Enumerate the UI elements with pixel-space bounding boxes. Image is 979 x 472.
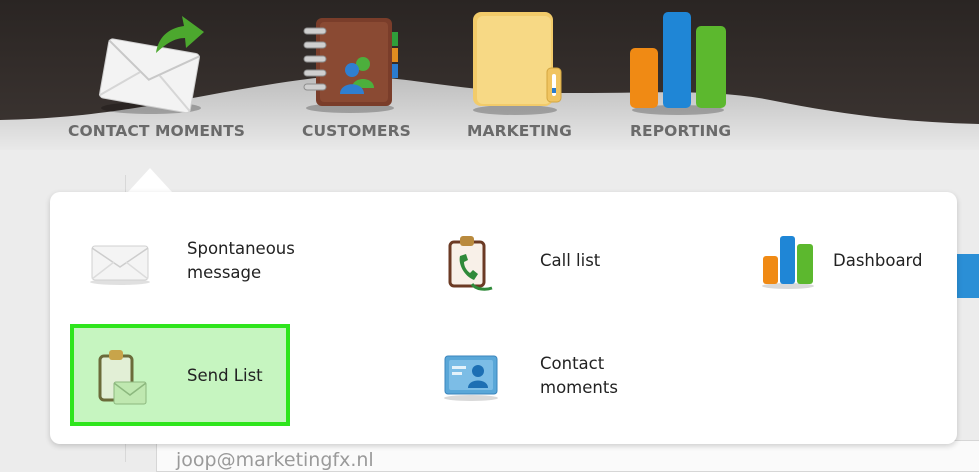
nav-marketing[interactable]: MARKETING [465, 0, 575, 150]
menu-item-send-list[interactable]: Send List [74, 328, 278, 414]
address-book-icon [303, 18, 398, 113]
menu-item-label: Spontaneous [187, 239, 295, 258]
bar-chart-icon [630, 12, 726, 115]
menu-item-call-list[interactable]: Call list [430, 220, 710, 306]
menu-item-label: Contact [540, 354, 605, 373]
nav-label: MARKETING [467, 122, 572, 140]
menu-item-label: Dashboard [833, 251, 923, 270]
menu-item-spontaneous-message[interactable]: Spontaneous message [60, 220, 390, 306]
folder-icon [473, 12, 562, 115]
clipboard-envelope-icon [98, 350, 147, 405]
contact-card-icon [444, 355, 498, 401]
nav-contact-moments[interactable]: CONTACT MOMENTS [64, 0, 246, 150]
nav-label: CONTACT MOMENTS [68, 122, 246, 140]
menu-item-contact-moments[interactable]: Contact moments [430, 336, 710, 422]
dropdown-pointer [128, 168, 172, 192]
clipboard-phone-icon [448, 236, 493, 291]
email-value: joop@marketingfx.nl [176, 449, 374, 471]
menu-item-label: Send List [187, 366, 263, 385]
menu-item-label: moments [540, 378, 618, 397]
menu-item-label: message [187, 263, 262, 282]
nav-reporting[interactable]: REPORTING [628, 0, 738, 150]
nav-label: CUSTOMERS [302, 122, 411, 140]
nav-label: REPORTING [630, 122, 732, 140]
envelope-icon [90, 245, 150, 285]
dashboard-chart-icon [762, 236, 814, 289]
menu-item-label: Call list [540, 251, 601, 270]
menu-item-dashboard[interactable]: Dashboard [740, 220, 950, 306]
nav-customers[interactable]: CUSTOMERS [300, 0, 411, 150]
envelope-arrow-icon [98, 16, 204, 114]
